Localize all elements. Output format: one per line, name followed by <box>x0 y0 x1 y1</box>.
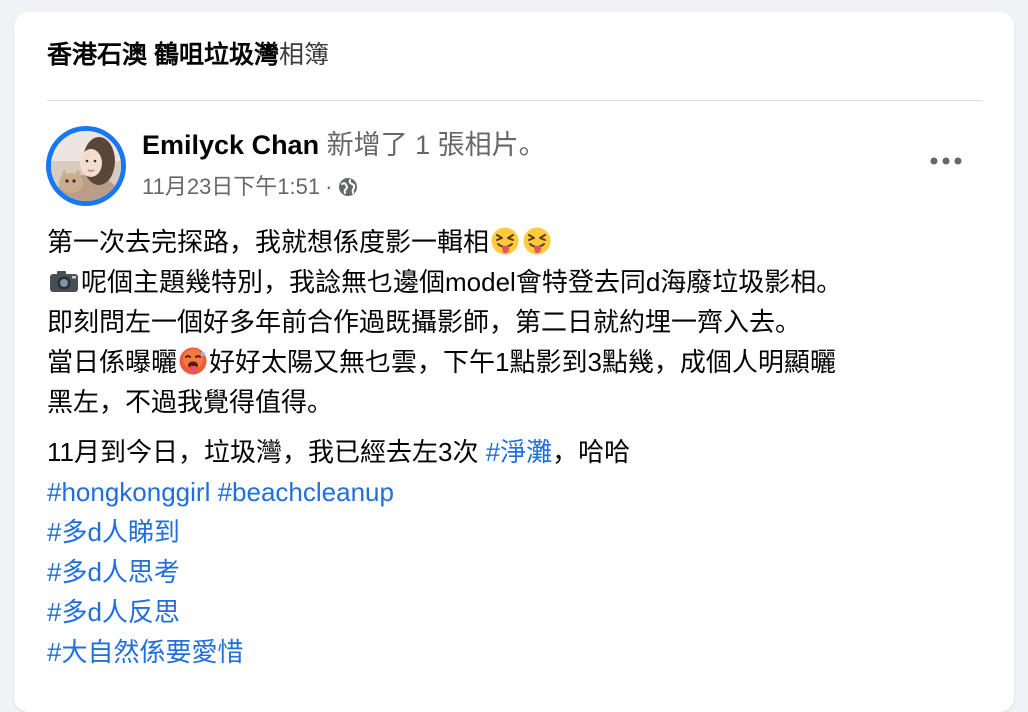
message-line-5: 黑左，不過我覺得值得。 <box>47 387 334 417</box>
hashtag-line: #多d人反思 <box>47 592 992 632</box>
hashtag-link[interactable]: #多d人睇到 <box>47 517 180 547</box>
post-action-text: 新增了 1 張相片。 <box>326 130 546 160</box>
message-text: ，哈哈 <box>552 437 631 467</box>
message-text: 好好太陽又無乜雲，下午1點影到3點幾，成個人明顯曬 <box>209 347 836 377</box>
meta-separator: · <box>325 174 333 199</box>
message-text: 呢個主題幾特別，我諗無乜邊個model會特登去同d海廢垃圾影相。 <box>81 267 843 297</box>
author-name-link[interactable]: Emilyck Chan <box>142 130 319 160</box>
globe-icon <box>337 176 359 198</box>
message-line-6: 11月到今日，垃圾灣，我已經去左3次 #淨灘，哈哈 <box>47 432 992 472</box>
message-paragraph-2: 11月到今日，垃圾灣，我已經去左3次 #淨灘，哈哈 #hongkonggirl … <box>47 432 992 672</box>
more-options-icon <box>930 157 962 165</box>
post-card: 香港石澳 鶴咀垃圾灣相簿 Emilyck Chan 新增了 1 張相片。 11月… <box>14 12 1014 712</box>
album-title: 香港石澳 鶴咀垃圾灣相簿 <box>47 38 329 72</box>
message-line-1: 第一次去完探路，我就想係度影一輯相 <box>47 222 992 262</box>
message-paragraph-1: 第一次去完探路，我就想係度影一輯相 呢個主題幾特別，我諗無乜邊個model會特登… <box>47 222 992 422</box>
post-timestamp[interactable]: 11月23日下午1:51 <box>142 172 320 202</box>
post-header: Emilyck Chan 新增了 1 張相片。 <box>142 128 546 162</box>
hashtag-line: #多d人睇到 <box>47 512 992 552</box>
hot-face-emoji-icon <box>178 346 208 376</box>
message-line-4: 當日係曝曬 好好太陽又無乜雲，下午1點影到3點幾，成個人明顯曬 <box>47 342 992 382</box>
squinting-tongue-emoji-icon <box>522 226 552 256</box>
squinting-tongue-emoji-icon <box>490 226 520 256</box>
camera-emoji-icon <box>48 266 80 296</box>
header-divider <box>47 100 982 101</box>
hashtag-link[interactable]: #淨灘 <box>486 437 552 467</box>
message-line-2: 呢個主題幾特別，我諗無乜邊個model會特登去同d海廢垃圾影相。 <box>47 262 992 302</box>
hashtag-link[interactable]: #多d人思考 <box>47 557 180 587</box>
message-text: 第一次去完探路，我就想係度影一輯相 <box>47 227 490 257</box>
more-options-button[interactable] <box>918 143 974 179</box>
album-name-link[interactable]: 香港石澳 鶴咀垃圾灣 <box>47 41 279 69</box>
hashtag-line: #大自然係要愛惜 <box>47 632 992 672</box>
post-meta: 11月23日下午1:51 · <box>142 172 359 202</box>
hashtag-line: #hongkonggirl #beachcleanup <box>47 472 992 512</box>
hashtag-link[interactable]: #hongkonggirl <box>47 477 210 507</box>
hashtag-link[interactable]: #beachcleanup <box>218 477 394 507</box>
hashtag-link[interactable]: #大自然係要愛惜 <box>47 637 243 667</box>
post-message: 第一次去完探路，我就想係度影一輯相 呢個主題幾特別，我諗無乜邊個model會特登… <box>47 222 992 682</box>
message-text: 11月到今日，垃圾灣，我已經去左3次 <box>47 437 486 467</box>
avatar-photo <box>51 131 121 201</box>
hashtag-line: #多d人思考 <box>47 552 992 592</box>
hashtag-link[interactable]: #多d人反思 <box>47 597 180 627</box>
author-avatar[interactable] <box>46 126 126 206</box>
avatar-image <box>51 131 121 201</box>
message-line-3: 即刻問左一個好多年前合作過既攝影師，第二日就約埋一齊入去。 <box>47 307 802 337</box>
album-label: 相簿 <box>278 41 329 69</box>
message-text: 當日係曝曬 <box>47 347 178 377</box>
